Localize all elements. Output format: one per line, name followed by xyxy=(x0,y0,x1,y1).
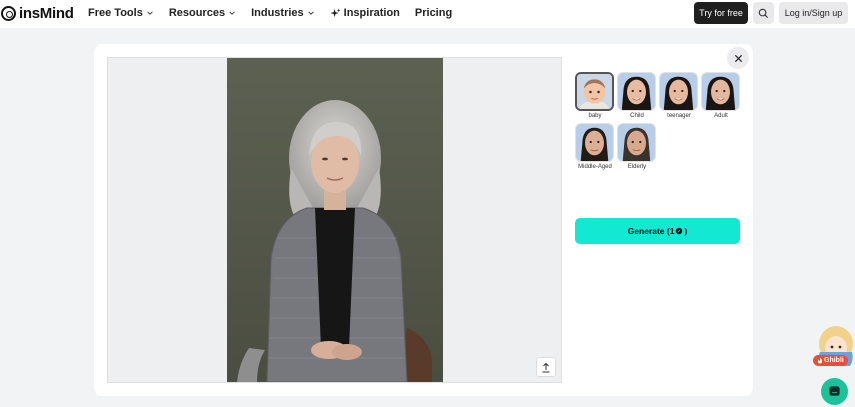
nav-inspiration-label: Inspiration xyxy=(343,7,400,19)
credit-icon xyxy=(676,227,683,235)
age-thumbnail xyxy=(617,72,656,111)
nav-industries[interactable]: Industries xyxy=(251,7,315,19)
age-label: Elderly xyxy=(627,164,647,170)
fire-icon xyxy=(817,357,823,364)
brand-name: insMind xyxy=(19,4,74,22)
age-option-middle-aged[interactable]: Middle-Aged xyxy=(575,123,615,170)
ghibli-badge-label: Ghibli xyxy=(824,357,844,364)
try-for-free-button[interactable]: Try for free xyxy=(694,2,748,24)
age-thumbnail xyxy=(575,123,614,162)
nav-free-tools-label: Free Tools xyxy=(88,7,143,19)
chevron-down-icon xyxy=(229,11,235,15)
image-canvas xyxy=(107,57,562,383)
age-label: baby xyxy=(588,113,602,119)
age-thumbnail xyxy=(575,72,614,111)
age-label: Adult xyxy=(714,113,728,119)
nav-pricing[interactable]: Pricing xyxy=(415,7,452,19)
age-thumbnail xyxy=(659,72,698,111)
nav-free-tools[interactable]: Free Tools xyxy=(88,7,154,19)
close-modal-button[interactable] xyxy=(727,47,749,69)
search-button[interactable] xyxy=(753,2,774,24)
nav-resources[interactable]: Resources xyxy=(169,7,236,19)
nav-resources-label: Resources xyxy=(168,7,226,19)
age-option-child[interactable]: Child xyxy=(617,72,657,119)
chevron-down-icon xyxy=(307,11,314,15)
age-option-teenager[interactable]: teenager xyxy=(659,72,699,119)
nav-inspiration[interactable]: Inspiration xyxy=(330,7,400,19)
generate-suffix: ) xyxy=(684,226,688,236)
sparkle-icon xyxy=(330,7,341,17)
age-label: teenager xyxy=(667,113,691,119)
age-thumbnail xyxy=(617,123,656,162)
main-nav: Free Tools Resources Industries Inspirat… xyxy=(88,6,467,20)
chevron-down-icon xyxy=(147,11,153,15)
chat-support-button[interactable] xyxy=(821,378,848,405)
search-icon xyxy=(758,8,769,18)
nav-pricing-label: Pricing xyxy=(414,7,453,19)
ghibli-badge[interactable]: Ghibli xyxy=(813,355,848,366)
age-thumbnail xyxy=(701,72,740,111)
upload-icon xyxy=(542,362,550,372)
age-option-adult[interactable]: Adult xyxy=(701,72,741,119)
age-label: Child xyxy=(630,113,644,119)
top-navbar: insMind Free Tools Resources Industries … xyxy=(0,0,855,28)
close-icon xyxy=(734,54,742,62)
age-option-elderly[interactable]: Elderly xyxy=(617,123,657,170)
uploaded-portrait-photo xyxy=(227,58,443,382)
upload-button[interactable] xyxy=(536,357,556,377)
nav-industries-label: Industries xyxy=(251,7,304,19)
login-signup-button[interactable]: Log in/Sign up xyxy=(779,2,848,24)
age-transform-modal: baby Child teenager Adult Middle-Aged El… xyxy=(94,44,753,396)
generate-button[interactable]: Generate (1 ) xyxy=(575,218,740,244)
chat-icon xyxy=(829,386,840,396)
insmind-logo-icon xyxy=(1,5,16,21)
brand-logo[interactable]: insMind xyxy=(1,4,74,22)
age-option-baby[interactable]: baby xyxy=(575,72,615,119)
age-label: Middle-Aged xyxy=(578,164,612,170)
generate-label: Generate (1 xyxy=(627,226,675,236)
